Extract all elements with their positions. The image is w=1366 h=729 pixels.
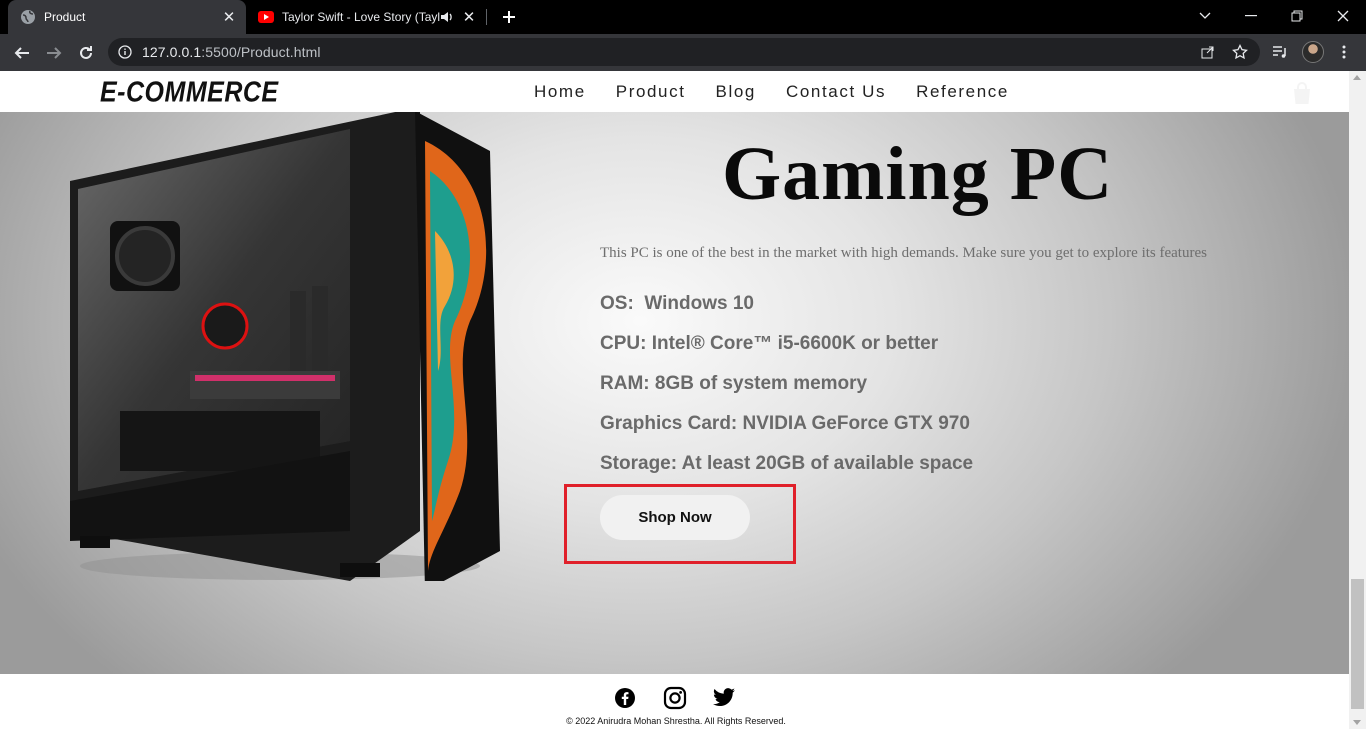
- close-window-icon[interactable]: [1320, 0, 1366, 32]
- globe-icon: [20, 9, 36, 25]
- share-icon[interactable]: [1194, 38, 1222, 66]
- info-icon[interactable]: [108, 45, 142, 59]
- speaker-icon[interactable]: [440, 11, 454, 23]
- media-control-icon[interactable]: [1266, 38, 1294, 66]
- nav-blog[interactable]: Blog: [716, 82, 756, 102]
- product-title: Gaming PC: [722, 132, 1114, 216]
- copyright-text: © 2022 Anirudra Mohan Shrestha. All Righ…: [566, 716, 786, 726]
- tab-product[interactable]: Product ✕: [8, 0, 246, 34]
- browser-tabstrip: Product ✕ Taylor Swift - Love Story (Tay…: [0, 0, 1366, 34]
- tab-divider: [486, 9, 487, 25]
- page-viewport: Gaming PC This PC is one of the best in …: [0, 71, 1349, 729]
- star-icon[interactable]: [1226, 38, 1254, 66]
- kebab-menu-icon[interactable]: [1330, 38, 1358, 66]
- browser-toolbar: 127.0.0.1:5500/Product.html: [0, 34, 1366, 71]
- minimize-icon[interactable]: [1228, 0, 1274, 32]
- url-text: 127.0.0.1:5500/Product.html: [142, 44, 321, 60]
- close-icon[interactable]: ✕: [458, 6, 480, 28]
- facebook-icon[interactable]: [612, 685, 638, 711]
- site-logo[interactable]: E-COMMERCE: [100, 76, 279, 109]
- spec-ram: RAM: 8GB of system memory: [600, 373, 868, 394]
- close-icon[interactable]: ✕: [218, 6, 240, 28]
- twitter-icon[interactable]: [711, 685, 737, 711]
- tab-title: Product: [44, 10, 86, 24]
- nav-product[interactable]: Product: [616, 82, 686, 102]
- instagram-icon[interactable]: [662, 685, 688, 711]
- scroll-down-arrow-icon[interactable]: [1353, 720, 1361, 725]
- reload-icon[interactable]: [72, 39, 100, 67]
- spec-os: OS: Windows 10: [600, 293, 754, 314]
- spec-graphics: Graphics Card: NVIDIA GeForce GTX 970: [600, 413, 970, 434]
- new-tab-button[interactable]: [498, 6, 520, 28]
- restore-icon[interactable]: [1274, 0, 1320, 32]
- scroll-up-arrow-icon[interactable]: [1353, 75, 1361, 80]
- back-arrow-icon[interactable]: [8, 39, 36, 67]
- page-scrollbar[interactable]: [1349, 71, 1366, 729]
- tab-search-icon[interactable]: [1182, 0, 1228, 32]
- youtube-icon: [258, 9, 274, 25]
- scrollbar-thumb[interactable]: [1351, 579, 1364, 709]
- gaming-pc-image: [70, 111, 500, 581]
- spec-storage: Storage: At least 20GB of available spac…: [600, 453, 974, 474]
- highlight-box: [564, 484, 796, 564]
- forward-arrow-icon[interactable]: [40, 39, 68, 67]
- nav-reference[interactable]: Reference: [916, 82, 1009, 102]
- shopping-bag-icon[interactable]: [1288, 79, 1316, 107]
- tab-title: Taylor Swift - Love Story (Taylor's Vers…: [282, 10, 440, 24]
- address-bar[interactable]: 127.0.0.1:5500/Product.html: [108, 38, 1260, 66]
- product-description: This PC is one of the best in the market…: [600, 245, 1207, 261]
- main-nav: Home Product Blog Contact Us Reference: [534, 82, 1039, 102]
- nav-contact-us[interactable]: Contact Us: [786, 82, 886, 102]
- nav-home[interactable]: Home: [534, 82, 586, 102]
- site-header: E-COMMERCE Home Product Blog Contact Us …: [0, 71, 1349, 112]
- hero-section: Gaming PC This PC is one of the best in …: [0, 71, 1349, 674]
- tab-youtube[interactable]: Taylor Swift - Love Story (Taylor's Vers…: [250, 0, 486, 34]
- spec-cpu: CPU: Intel® Core™ i5-6600K or better: [600, 333, 939, 354]
- profile-avatar[interactable]: [1302, 41, 1324, 63]
